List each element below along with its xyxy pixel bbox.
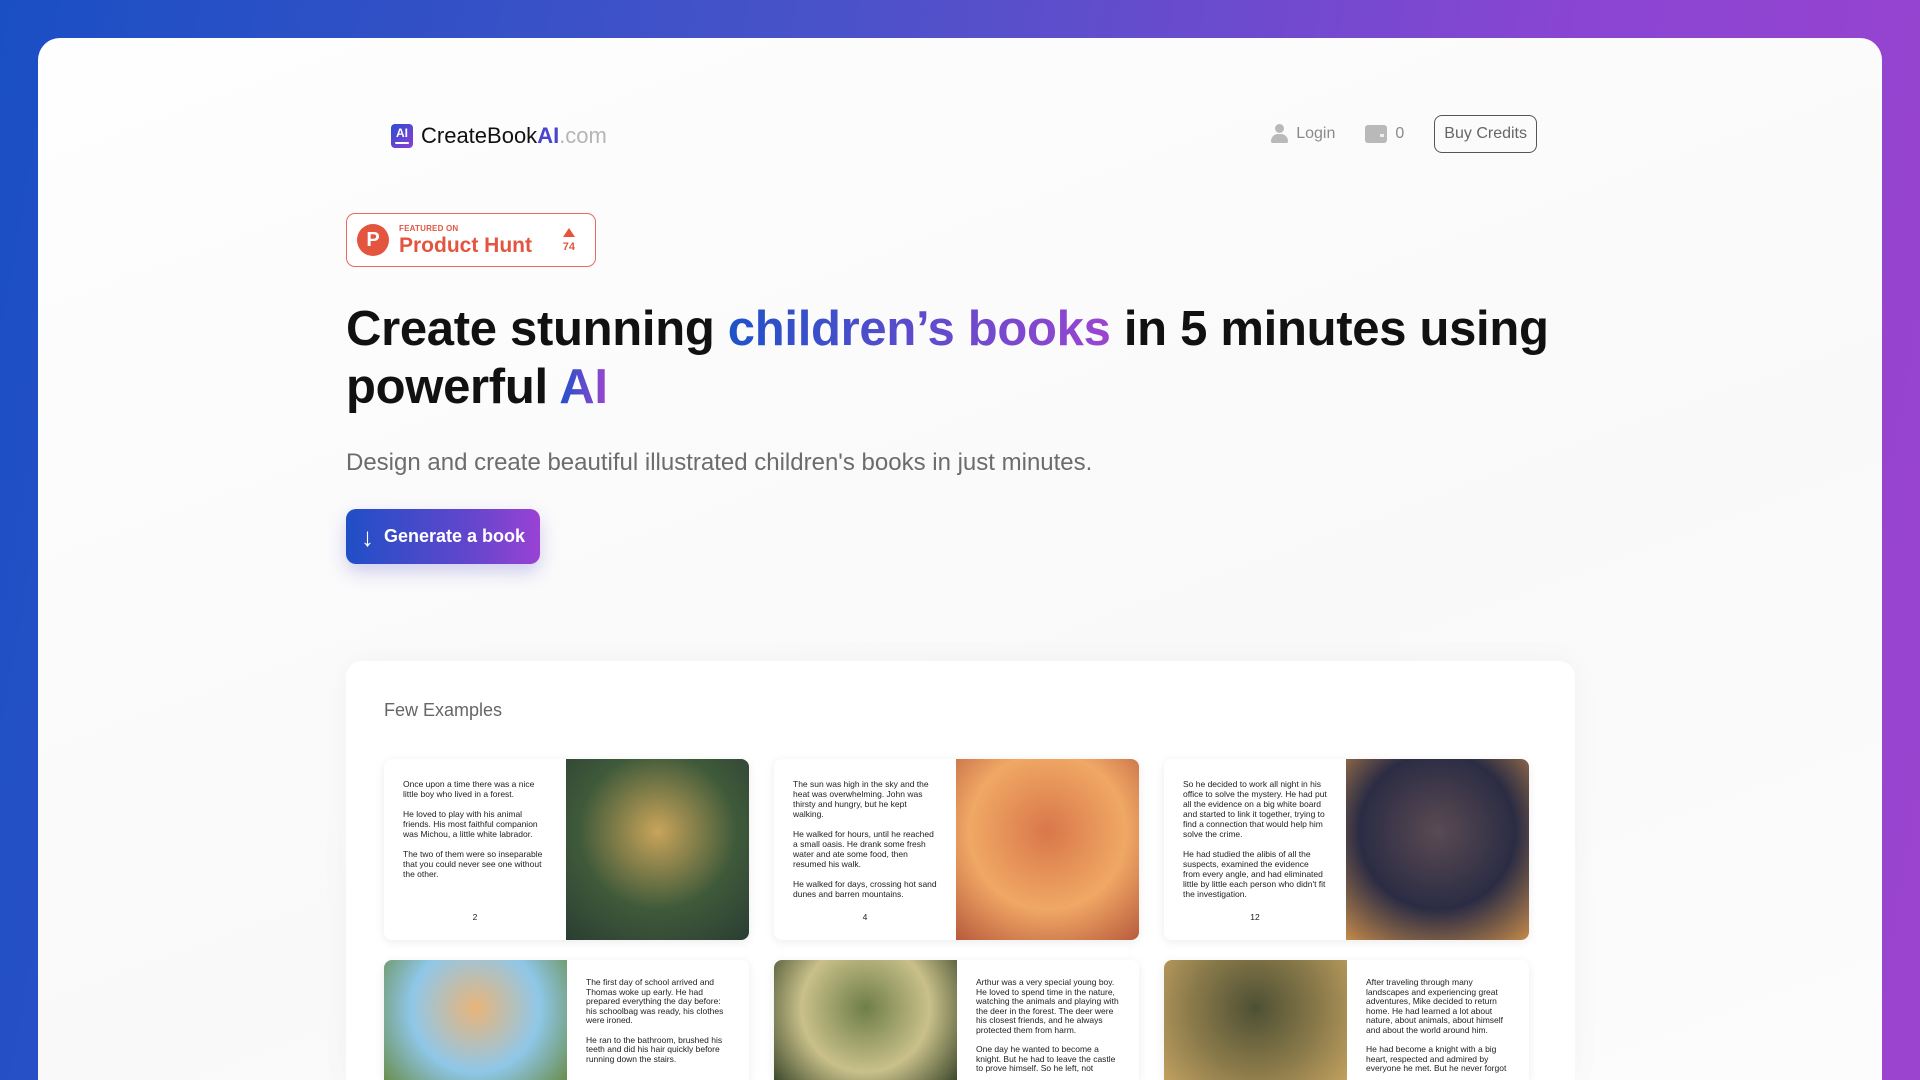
example-book-card[interactable]: The first day of school arrived and Thom… xyxy=(384,960,749,1080)
boy-in-desert-illustration xyxy=(956,759,1139,940)
vote-count: 74 xyxy=(562,240,575,253)
boy-with-dog-in-forest-illustration xyxy=(566,759,749,940)
page-number: 12 xyxy=(1250,912,1260,922)
user-icon xyxy=(1270,124,1289,144)
example-book-card[interactable]: So he decided to work all night in his o… xyxy=(1164,759,1529,940)
arrow-down-icon: ↓ xyxy=(360,521,374,552)
upvote-icon xyxy=(562,227,575,237)
detective-at-desk-illustration xyxy=(1346,759,1529,940)
book-page-text: Arthur was a very special young boy. He … xyxy=(957,960,1139,1080)
example-book-card[interactable]: The sun was high in the sky and the heat… xyxy=(774,759,1139,940)
castle-and-deer-illustration xyxy=(774,960,957,1080)
paragraph: Arthur was a very special young boy. He … xyxy=(976,977,1119,1035)
paragraph: He walked for days, crossing hot sand du… xyxy=(793,879,937,899)
paragraph: After traveling through many landscapes … xyxy=(1366,977,1504,1035)
paragraph: The two of them were so inseparable that… xyxy=(403,849,543,879)
generate-book-button[interactable]: ↓ Generate a book xyxy=(346,509,540,564)
page-number: 2 xyxy=(472,912,478,922)
login-link[interactable]: Login xyxy=(1270,124,1335,144)
paragraph: Once upon a time there was a nice little… xyxy=(403,779,535,799)
knight-with-dog-illustration xyxy=(1164,960,1347,1080)
product-hunt-label: Product Hunt xyxy=(399,233,532,257)
book-page-text: Once upon a time there was a nice little… xyxy=(384,759,566,940)
paragraph: The first day of school arrived and Thom… xyxy=(586,977,724,1025)
product-hunt-icon: P xyxy=(357,224,389,256)
example-book-card[interactable]: After traveling through many landscapes … xyxy=(1164,960,1529,1080)
examples-title: Few Examples xyxy=(384,700,503,720)
book-page-text: The first day of school arrived and Thom… xyxy=(567,960,749,1080)
examples-panel: Few Examples Once upon a time there was … xyxy=(346,661,1575,1080)
paragraph: He loved to play with his animal friends… xyxy=(403,809,538,839)
example-book-card[interactable]: Arthur was a very special young boy. He … xyxy=(774,960,1139,1080)
buy-credits-button[interactable]: Buy Credits xyxy=(1434,115,1537,153)
book-page-text: After traveling through many landscapes … xyxy=(1347,960,1529,1080)
paragraph: He had become a knight with a big heart,… xyxy=(1366,1044,1507,1073)
book-page-text: The sun was high in the sky and the heat… xyxy=(774,759,956,940)
page-title: Create stunning children’s books in 5 mi… xyxy=(346,302,1549,414)
book-page-text: So he decided to work all night in his o… xyxy=(1164,759,1346,940)
paragraph: He walked for hours, until he reached a … xyxy=(793,829,934,869)
subtitle: Design and create beautiful illustrated … xyxy=(346,449,1093,476)
paragraph: So he decided to work all night in his o… xyxy=(1183,779,1327,839)
credits-indicator[interactable]: 0 xyxy=(1365,125,1404,143)
logo-book-icon: AI xyxy=(391,124,413,148)
paragraph: He ran to the bathroom, brushed his teet… xyxy=(586,1034,723,1064)
featured-label: FEATURED ON xyxy=(399,223,459,233)
wallet-icon xyxy=(1365,125,1388,143)
top-nav: Login 0 Buy Credits xyxy=(1270,115,1537,153)
logo[interactable]: AI CreateBookAI.com xyxy=(391,123,607,149)
paragraph: He had studied the alibis of all the sus… xyxy=(1183,849,1326,899)
page-number: 4 xyxy=(862,912,868,922)
smiling-boy-illustration xyxy=(384,960,567,1080)
paragraph: The sun was high in the sky and the heat… xyxy=(793,779,929,819)
logo-text: CreateBookAI.com xyxy=(421,123,607,148)
example-book-card[interactable]: Once upon a time there was a nice little… xyxy=(384,759,749,940)
paragraph: One day he wanted to become a knight. Bu… xyxy=(976,1044,1116,1073)
product-hunt-badge[interactable]: P FEATURED ON Product Hunt 74 xyxy=(346,213,596,267)
